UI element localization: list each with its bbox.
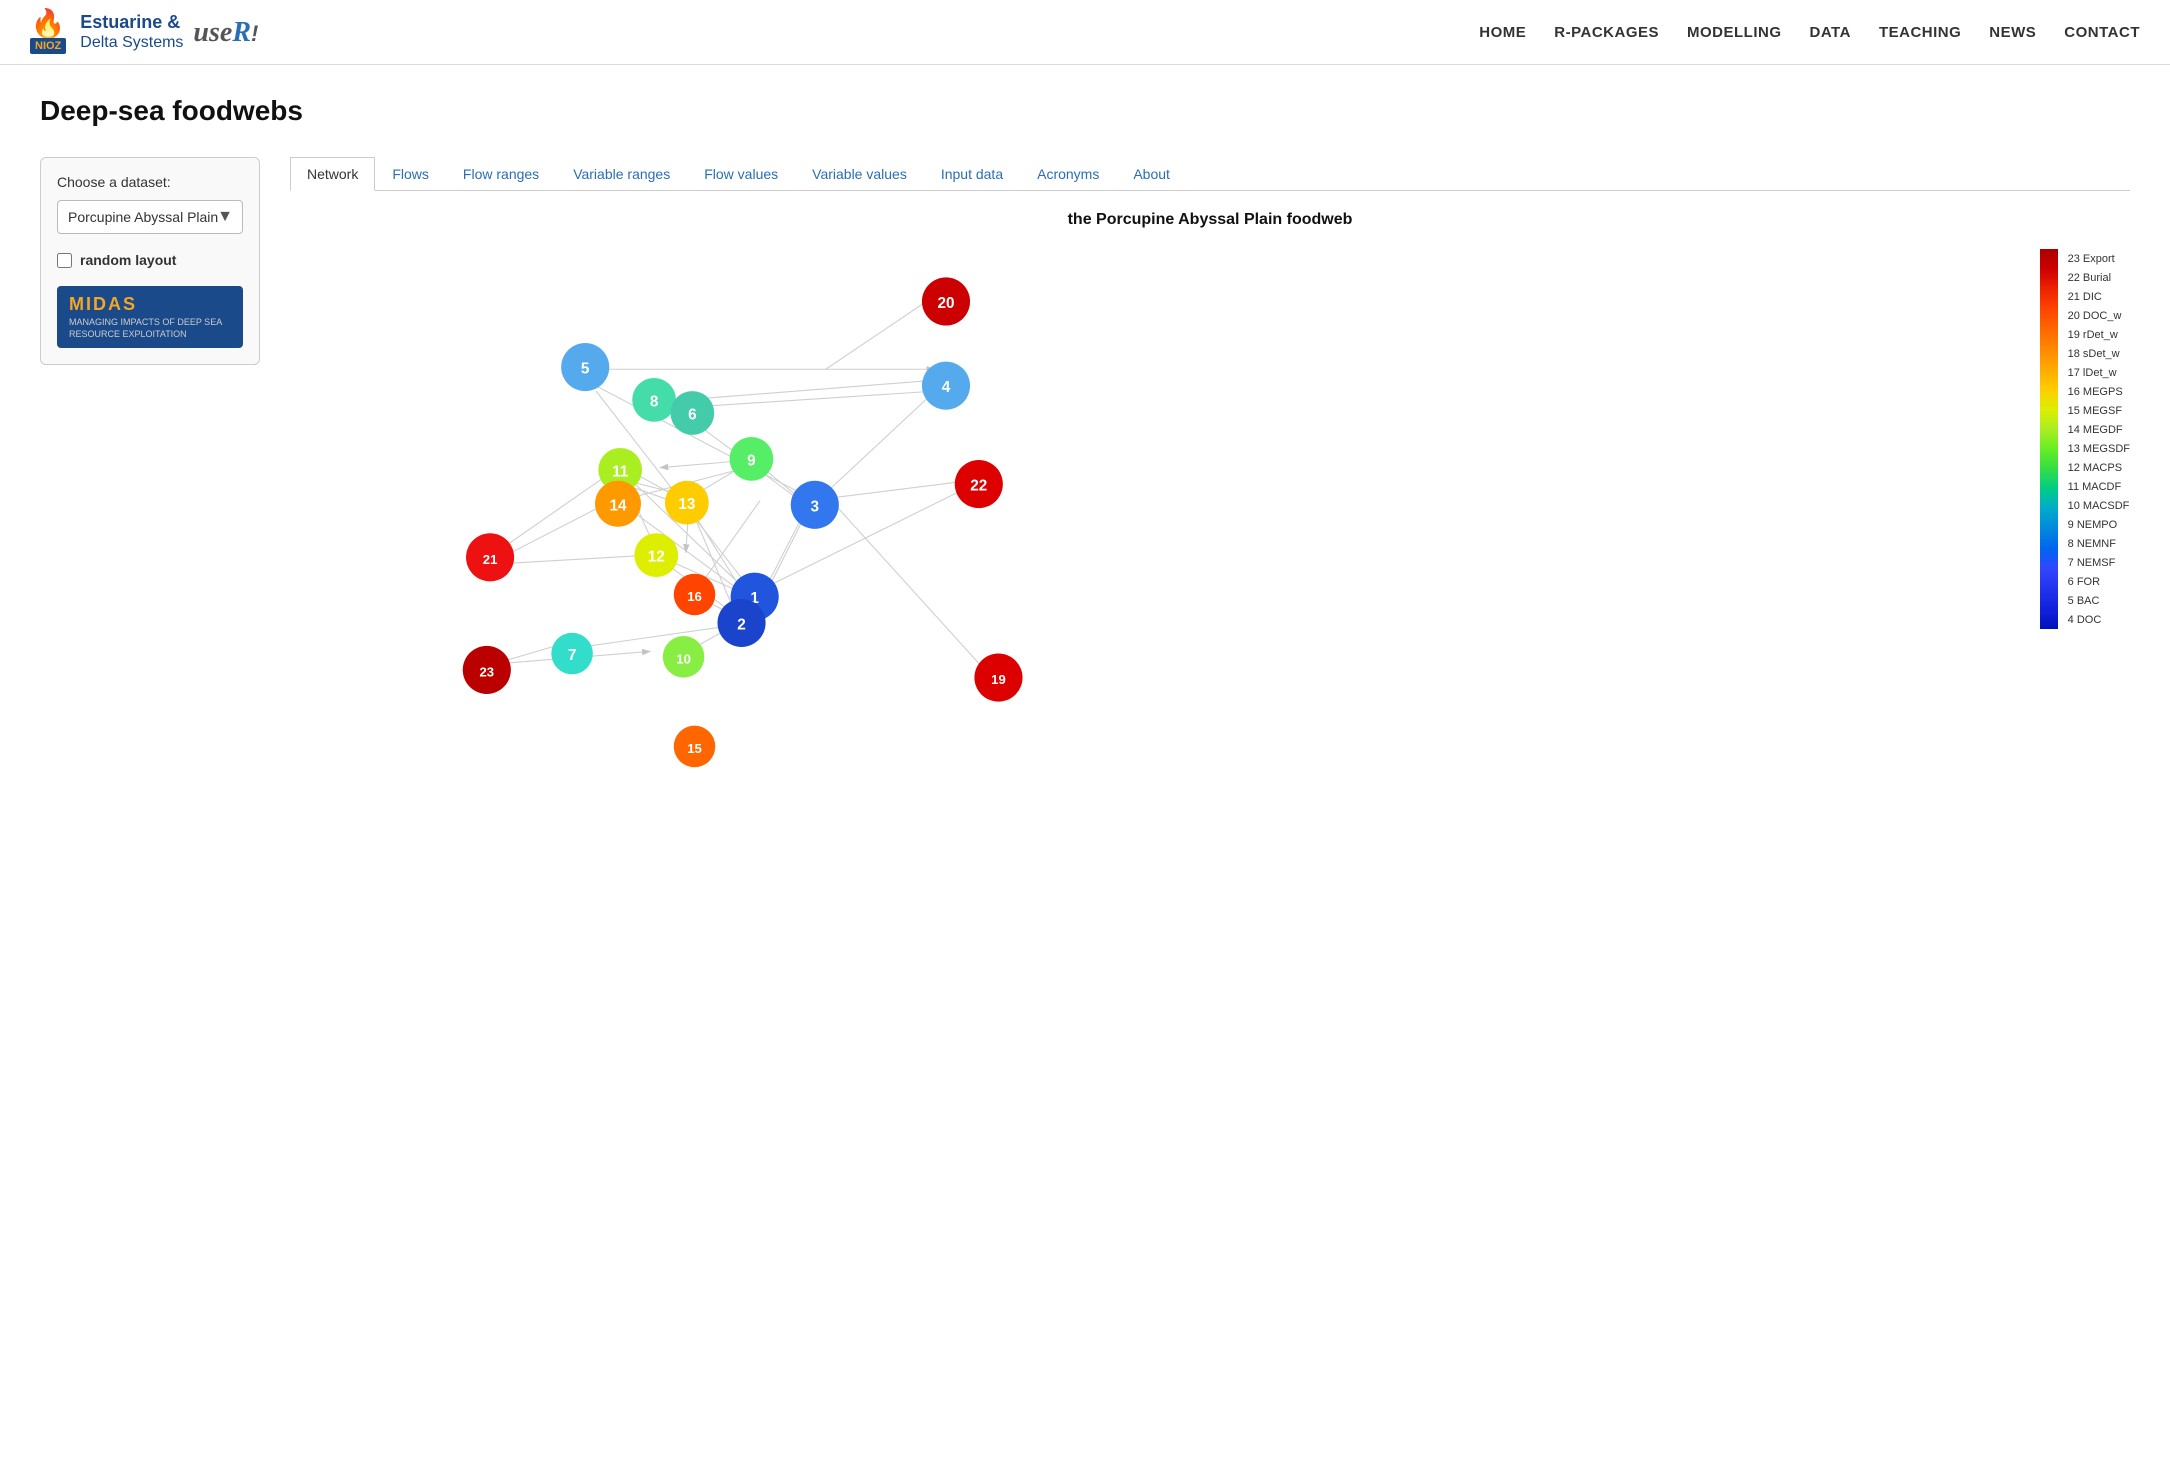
main-nav: HOME R-PACKAGES MODELLING DATA TEACHING … xyxy=(1479,24,2140,41)
legend-item-18: 18 sDet_w xyxy=(2068,344,2130,363)
legend-item-19: 19 rDet_w xyxy=(2068,325,2130,344)
random-layout-checkbox[interactable] xyxy=(57,253,72,268)
legend-item-20: 20 DOC_w xyxy=(2068,306,2130,325)
legend-area: 23 Export 22 Burial 21 DIC 20 DOC_w 19 r… xyxy=(2040,249,2130,629)
svg-text:15: 15 xyxy=(687,741,702,756)
tab-flow-ranges[interactable]: Flow ranges xyxy=(446,157,556,190)
legend-item-17: 17 lDet_w xyxy=(2068,363,2130,382)
svg-text:23: 23 xyxy=(480,664,495,679)
svg-text:14: 14 xyxy=(609,497,627,514)
nav-teaching[interactable]: TEACHING xyxy=(1879,24,1961,41)
network-svg-container: 20 4 22 5 8 xyxy=(290,249,2020,801)
tab-variable-ranges[interactable]: Variable ranges xyxy=(556,157,687,190)
legend-item-22: 22 Burial xyxy=(2068,268,2130,287)
svg-text:13: 13 xyxy=(678,496,695,513)
network-tab-content: the Porcupine Abyssal Plain foodweb xyxy=(290,211,2130,801)
nav-data[interactable]: DATA xyxy=(1810,24,1851,41)
tabs-content: Network Flows Flow ranges Variable range… xyxy=(290,157,2130,801)
nav-home[interactable]: HOME xyxy=(1479,24,1526,41)
legend-labels: 23 Export 22 Burial 21 DIC 20 DOC_w 19 r… xyxy=(2068,249,2130,629)
page-content: Deep-sea foodwebs Choose a dataset: Porc… xyxy=(0,65,2170,831)
svg-text:22: 22 xyxy=(970,478,987,495)
svg-text:11: 11 xyxy=(612,463,629,480)
svg-text:20: 20 xyxy=(937,295,954,312)
random-layout-text: random layout xyxy=(80,252,176,268)
dataset-select-wrapper: Porcupine Abyssal Plain ▼ xyxy=(57,200,243,234)
svg-text:10: 10 xyxy=(676,651,691,666)
tab-flows[interactable]: Flows xyxy=(375,157,446,190)
legend-item-13: 13 MEGSDF xyxy=(2068,439,2130,458)
sidebar: Choose a dataset: Porcupine Abyssal Plai… xyxy=(40,157,260,801)
tab-flow-values[interactable]: Flow values xyxy=(687,157,795,190)
random-layout-label[interactable]: random layout xyxy=(57,252,243,268)
network-svg: 20 4 22 5 8 xyxy=(290,249,1110,796)
legend-item-11: 11 MACDF xyxy=(2068,477,2130,496)
midas-banner[interactable]: MIDAS Managing Impacts of Deep Sea Resou… xyxy=(57,286,243,348)
logo-text: Estuarine & Delta Systems xyxy=(80,12,183,53)
legend-item-5: 5 BAC xyxy=(2068,591,2130,610)
svg-text:9: 9 xyxy=(747,452,756,469)
legend-item-21: 21 DIC xyxy=(2068,287,2130,306)
choose-dataset-label: Choose a dataset: xyxy=(57,174,243,190)
tabs-bar: Network Flows Flow ranges Variable range… xyxy=(290,157,2130,191)
tab-network[interactable]: Network xyxy=(290,157,375,191)
tab-input-data[interactable]: Input data xyxy=(924,157,1020,190)
svg-text:3: 3 xyxy=(811,498,820,515)
svg-text:7: 7 xyxy=(568,647,577,664)
network-title: the Porcupine Abyssal Plain foodweb xyxy=(290,211,2130,229)
sidebar-box: Choose a dataset: Porcupine Abyssal Plai… xyxy=(40,157,260,365)
legend-item-7: 7 NEMSF xyxy=(2068,553,2130,572)
nav-modelling[interactable]: MODELLING xyxy=(1687,24,1782,41)
header: 🔥 NIOZ Estuarine & Delta Systems useR! H… xyxy=(0,0,2170,65)
tab-acronyms[interactable]: Acronyms xyxy=(1020,157,1116,190)
midas-subtitle: Managing Impacts of Deep Sea Resource Ex… xyxy=(69,317,231,340)
legend-item-9: 9 NEMPO xyxy=(2068,515,2130,534)
legend-item-10: 10 MACSDF xyxy=(2068,496,2130,515)
legend-item-12: 12 MACPS xyxy=(2068,458,2130,477)
svg-text:21: 21 xyxy=(483,552,498,567)
legend-item-14: 14 MEGDF xyxy=(2068,420,2130,439)
svg-text:12: 12 xyxy=(648,549,665,566)
nav-r-packages[interactable]: R-PACKAGES xyxy=(1554,24,1659,41)
legend-gradient xyxy=(2040,249,2058,629)
svg-text:5: 5 xyxy=(581,361,590,378)
dataset-select[interactable]: Porcupine Abyssal Plain xyxy=(57,200,243,234)
nav-news[interactable]: NEWS xyxy=(1989,24,2036,41)
legend-item-8: 8 NEMNF xyxy=(2068,534,2130,553)
logo-subtitle: Delta Systems xyxy=(80,33,183,52)
svg-text:8: 8 xyxy=(650,393,659,410)
legend-item-4: 4 DOC xyxy=(2068,610,2130,629)
main-layout: Choose a dataset: Porcupine Abyssal Plai… xyxy=(40,157,2130,801)
tab-variable-values[interactable]: Variable values xyxy=(795,157,924,190)
logo-area: 🔥 NIOZ Estuarine & Delta Systems useR! xyxy=(30,10,258,54)
page-title: Deep-sea foodwebs xyxy=(40,95,2130,127)
nioz-badge: NIOZ xyxy=(30,38,66,54)
network-viz: 20 4 22 5 8 xyxy=(290,249,2130,801)
user-r-logo: useR! xyxy=(193,16,258,49)
legend-item-15: 15 MEGSF xyxy=(2068,401,2130,420)
svg-text:16: 16 xyxy=(687,589,702,604)
svg-text:4: 4 xyxy=(942,379,951,396)
tab-about[interactable]: About xyxy=(1116,157,1187,190)
logo-title: Estuarine & xyxy=(80,12,183,34)
legend-item-23: 23 Export xyxy=(2068,249,2130,268)
svg-text:6: 6 xyxy=(688,407,697,424)
legend-item-16: 16 MEGPS xyxy=(2068,382,2130,401)
svg-text:19: 19 xyxy=(991,672,1006,687)
legend-item-6: 6 FOR xyxy=(2068,572,2130,591)
nav-contact[interactable]: CONTACT xyxy=(2064,24,2140,41)
svg-text:2: 2 xyxy=(737,616,746,633)
midas-title: MIDAS xyxy=(69,294,231,315)
